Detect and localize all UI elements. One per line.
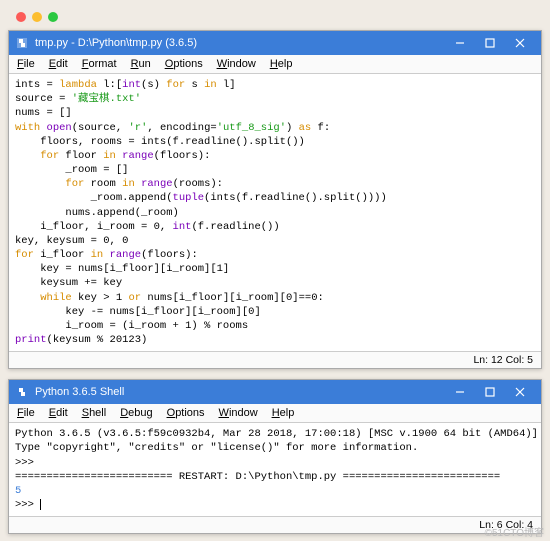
editor-menubar: File Edit Format Run Options Window Help — [9, 55, 541, 74]
menu-file[interactable]: File — [17, 407, 35, 419]
menu-help[interactable]: Help — [270, 58, 293, 70]
minimize-button[interactable] — [445, 381, 475, 403]
editor-code-area[interactable]: ints = lambda l:[int(s) for s in l] sour… — [9, 74, 541, 351]
menu-options[interactable]: Options — [167, 407, 205, 419]
menu-run[interactable]: Run — [131, 58, 151, 70]
close-button[interactable] — [505, 32, 535, 54]
menu-edit[interactable]: Edit — [49, 58, 68, 70]
menu-file[interactable]: File — [17, 58, 35, 70]
max-dot-icon — [48, 12, 58, 22]
editor-window: tmp.py - D:\Python\tmp.py (3.6.5) File Ed… — [8, 30, 542, 369]
min-dot-icon — [32, 12, 42, 22]
editor-title: tmp.py - D:\Python\tmp.py (3.6.5) — [35, 37, 445, 49]
shell-statusbar: Ln: 6 Col: 4 — [9, 516, 541, 533]
menu-shell[interactable]: Shell — [82, 407, 106, 419]
menu-debug[interactable]: Debug — [120, 407, 152, 419]
menu-format[interactable]: Format — [82, 58, 117, 70]
window-buttons — [445, 381, 535, 403]
watermark: ©51CTO博客 — [485, 524, 544, 539]
editor-titlebar[interactable]: tmp.py - D:\Python\tmp.py (3.6.5) — [9, 31, 541, 55]
maximize-button[interactable] — [475, 381, 505, 403]
python-shell-icon — [15, 385, 29, 399]
minimize-button[interactable] — [445, 32, 475, 54]
maximize-button[interactable] — [475, 32, 505, 54]
window-buttons — [445, 32, 535, 54]
python-file-icon — [15, 36, 29, 50]
mac-traffic-lights — [8, 8, 542, 30]
shell-title: Python 3.6.5 Shell — [35, 386, 445, 398]
shell-menubar: File Edit Shell Debug Options Window Help — [9, 404, 541, 423]
menu-help[interactable]: Help — [272, 407, 295, 419]
menu-edit[interactable]: Edit — [49, 407, 68, 419]
shell-window: Python 3.6.5 Shell File Edit Shell Debug Opt… — [8, 379, 542, 534]
menu-window[interactable]: Window — [217, 58, 256, 70]
menu-window[interactable]: Window — [219, 407, 258, 419]
editor-statusbar: Ln: 12 Col: 5 — [9, 351, 541, 368]
shell-titlebar[interactable]: Python 3.6.5 Shell — [9, 380, 541, 404]
menu-options[interactable]: Options — [165, 58, 203, 70]
shell-output-area[interactable]: Python 3.6.5 (v3.6.5:f59c0932b4, Mar 28 … — [9, 423, 541, 516]
close-dot-icon — [16, 12, 26, 22]
close-button[interactable] — [505, 381, 535, 403]
